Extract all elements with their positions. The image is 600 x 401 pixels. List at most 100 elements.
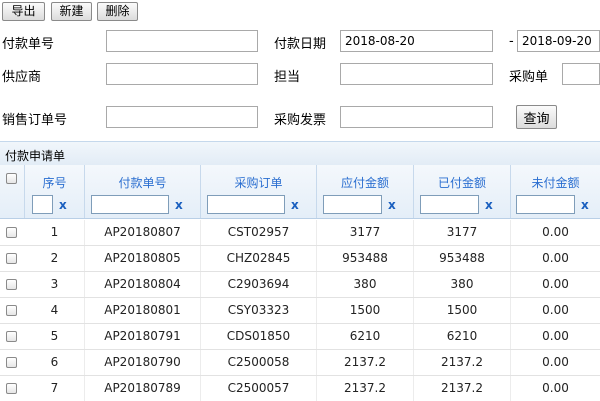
filter-paid-input[interactable] (420, 195, 479, 214)
column-header-purchase-order[interactable]: 采购订单 (201, 174, 316, 191)
supplier-input[interactable] (106, 63, 258, 85)
table-row[interactable]: 1 AP20180807 CST02957 3177 3177 0.00 (0, 220, 600, 246)
cell-unpaid: 0.00 (542, 329, 569, 343)
cell-payable: 2137.2 (317, 350, 414, 375)
cell-paid: 6210 (414, 324, 511, 349)
row-checkbox[interactable] (6, 383, 17, 394)
column-header-payable[interactable]: 应付金额 (317, 174, 413, 191)
clear-filter-purchase-order-icon[interactable]: x (291, 198, 299, 212)
filter-payable-input[interactable] (323, 195, 382, 214)
table-row[interactable]: 5 AP20180791 CDS01850 6210 6210 0.00 (0, 324, 600, 350)
cell-paid: 2137.2 (414, 350, 511, 375)
column-header-paid[interactable]: 已付金额 (414, 174, 510, 191)
cell-paid: 1500 (414, 298, 511, 323)
clear-filter-payable-icon[interactable]: x (388, 198, 396, 212)
cell-payable: 3177 (317, 220, 414, 245)
table-row[interactable]: 2 AP20180805 CHZ02845 953488 953488 0.00 (0, 246, 600, 272)
row-select-cell (0, 298, 25, 323)
column-header-payment-no[interactable]: 付款单号 (85, 174, 200, 191)
purchase-invoice-input[interactable] (340, 106, 493, 128)
date-range-separator: - (509, 34, 514, 49)
cell-unpaid: 0.00 (542, 381, 569, 395)
date-from-input[interactable] (340, 30, 493, 52)
row-checkbox[interactable] (6, 305, 17, 316)
cell-paid: 953488 (414, 246, 511, 271)
row-select-cell (0, 220, 25, 245)
cell-paid: 2137.2 (414, 376, 511, 401)
cell-unpaid: 0.00 (542, 277, 569, 291)
table-row[interactable]: 4 AP20180801 CSY03323 1500 1500 0.00 (0, 298, 600, 324)
column-unpaid: 未付金额 x (511, 165, 600, 218)
select-all-checkbox[interactable] (6, 173, 17, 184)
date-to-input[interactable] (517, 30, 600, 52)
cell-purchase-order: CSY03323 (201, 298, 317, 323)
sales-order-input[interactable] (106, 106, 258, 128)
cell-payable: 953488 (317, 246, 414, 271)
filter-index-input[interactable] (32, 195, 53, 214)
export-button[interactable]: 导出 (2, 2, 45, 21)
cell-unpaid: 0.00 (542, 355, 569, 369)
table-row[interactable]: 7 AP20180789 C2500057 2137.2 2137.2 0.00 (0, 376, 600, 401)
row-checkbox[interactable] (6, 357, 17, 368)
delete-button[interactable]: 删除 (97, 2, 138, 21)
clear-filter-payment-no-icon[interactable]: x (175, 198, 183, 212)
column-header-unpaid[interactable]: 未付金额 (511, 174, 600, 191)
clear-filter-paid-icon[interactable]: x (485, 198, 493, 212)
supplier-label: 供应商 (2, 70, 42, 85)
table-header: 序号 x 付款单号 x 采购订单 x 应付金额 x 已付金额 x 未付金额 x (0, 165, 600, 219)
row-checkbox[interactable] (6, 331, 17, 342)
new-button[interactable]: 新建 (51, 2, 92, 21)
panel-header: 付款申请单 (0, 141, 600, 165)
cell-unpaid: 0.00 (542, 251, 569, 265)
cell-payment-no: AP20180791 (85, 324, 201, 349)
panel-title: 付款申请单 (5, 149, 66, 163)
filter-payment-no-input[interactable] (91, 195, 169, 214)
clear-filter-index-icon[interactable]: x (59, 198, 67, 212)
cell-purchase-order: CHZ02845 (201, 246, 317, 271)
select-all-column (0, 165, 25, 218)
cell-payment-no: AP20180789 (85, 376, 201, 401)
row-checkbox[interactable] (6, 279, 17, 290)
row-select-cell (0, 272, 25, 297)
cell-purchase-order: C2903694 (201, 272, 317, 297)
column-header-index[interactable]: 序号 (25, 174, 84, 191)
cell-purchase-order: C2500057 (201, 376, 317, 401)
row-select-cell (0, 376, 25, 401)
column-purchase-order: 采购订单 x (201, 165, 317, 218)
cell-index: 1 (25, 220, 85, 245)
cell-payable: 6210 (317, 324, 414, 349)
cell-index: 5 (25, 324, 85, 349)
purchase-order-label: 采购单 (509, 70, 549, 85)
cell-unpaid: 0.00 (542, 303, 569, 317)
handler-label: 担当 (274, 70, 301, 85)
payment-no-input[interactable] (106, 30, 258, 52)
cell-payable: 2137.2 (317, 376, 414, 401)
column-paid: 已付金额 x (414, 165, 511, 218)
row-checkbox[interactable] (6, 227, 17, 238)
cell-purchase-order: CDS01850 (201, 324, 317, 349)
sales-order-label: 销售订单号 (2, 113, 68, 128)
cell-payment-no: AP20180804 (85, 272, 201, 297)
table-row[interactable]: 3 AP20180804 C2903694 380 380 0.00 (0, 272, 600, 298)
row-checkbox[interactable] (6, 253, 17, 264)
cell-unpaid: 0.00 (542, 225, 569, 239)
row-select-cell (0, 246, 25, 271)
filter-unpaid-input[interactable] (516, 195, 575, 214)
cell-index: 7 (25, 376, 85, 401)
clear-filter-unpaid-icon[interactable]: x (581, 198, 589, 212)
cell-index: 2 (25, 246, 85, 271)
cell-payment-no: AP20180790 (85, 350, 201, 375)
purchase-invoice-label: 采购发票 (274, 113, 327, 128)
column-payment-no: 付款单号 x (85, 165, 201, 218)
cell-paid: 3177 (414, 220, 511, 245)
cell-payable: 1500 (317, 298, 414, 323)
column-index: 序号 x (25, 165, 85, 218)
query-button[interactable]: 查询 (516, 105, 557, 129)
cell-payable: 380 (317, 272, 414, 297)
handler-input[interactable] (340, 63, 493, 85)
filter-purchase-order-input[interactable] (207, 195, 285, 214)
purchase-order-input[interactable] (562, 63, 600, 85)
column-payable: 应付金额 x (317, 165, 414, 218)
cell-payment-no: AP20180807 (85, 220, 201, 245)
table-row[interactable]: 6 AP20180790 C2500058 2137.2 2137.2 0.00 (0, 350, 600, 376)
